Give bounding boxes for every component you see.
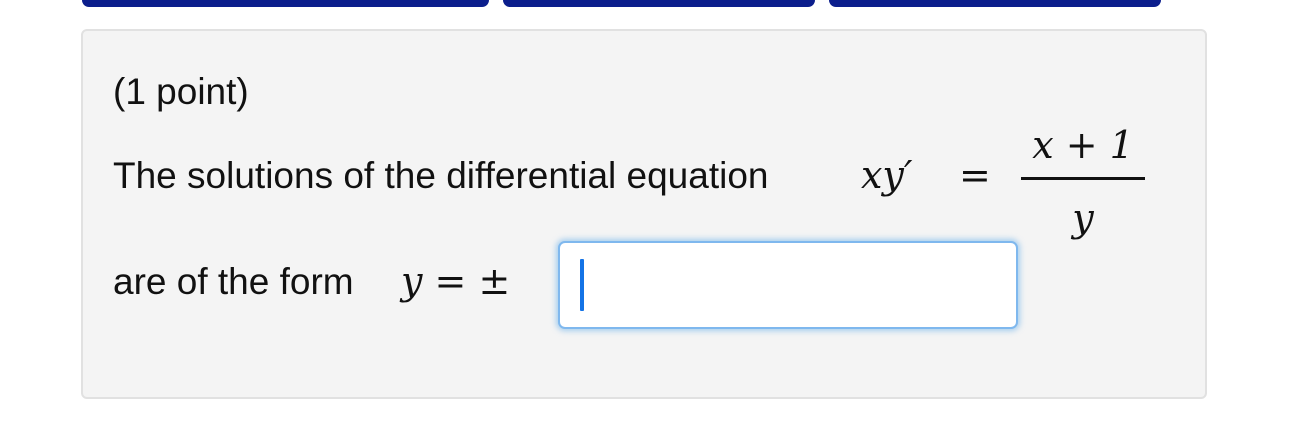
top-nav-tab-3[interactable] xyxy=(829,0,1161,7)
answer-prefix-math: y = ± xyxy=(401,259,511,303)
fraction-numerator: x + 1 xyxy=(1032,123,1134,167)
problem-panel: (1 point) The solutions of the different… xyxy=(81,29,1207,399)
fraction-denominator: y xyxy=(1072,196,1094,240)
top-nav-tab-1[interactable] xyxy=(82,0,489,7)
equation-lhs: xy′ xyxy=(861,153,913,197)
points-label: (1 point) xyxy=(113,71,249,112)
answer-prefix-text: are of the form xyxy=(113,261,354,302)
problem-statement: The solutions of the differential equati… xyxy=(113,155,769,196)
answer-input[interactable] xyxy=(558,241,1018,329)
equation-equals: = xyxy=(959,153,991,197)
top-nav-tab-2[interactable] xyxy=(503,0,815,7)
text-caret xyxy=(580,259,584,311)
fraction-bar xyxy=(1021,177,1145,180)
